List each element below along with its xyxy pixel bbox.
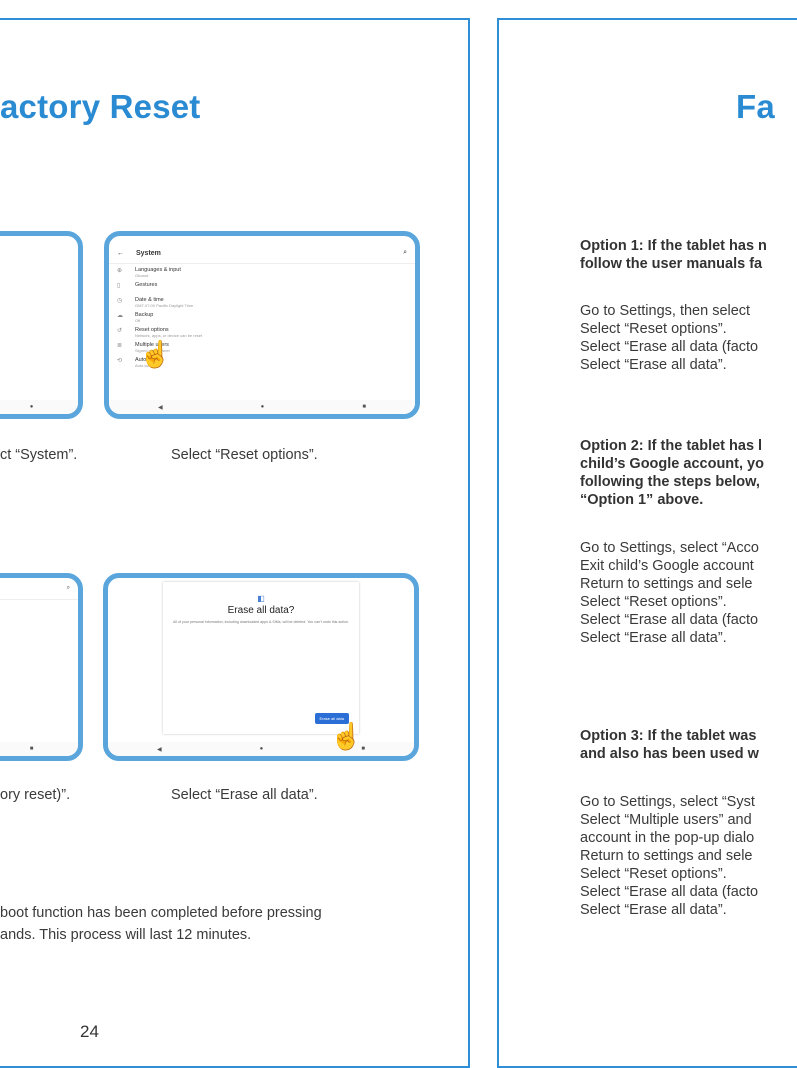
nav-bar: ■	[0, 742, 78, 756]
right-page-title: Fa	[736, 88, 775, 125]
recents-nav-icon: ■	[29, 746, 34, 752]
back-arrow-icon: ←	[117, 249, 124, 257]
erase-dialog: ◧ Erase all data? All of your personal i…	[163, 582, 359, 734]
heading-line: Option 1: If the tablet has n	[580, 238, 767, 254]
nav-bar: ◀ ● ■	[109, 400, 415, 414]
step-line: Select “Erase all data (facto	[580, 884, 759, 900]
step-line: Select “Reset options”.	[580, 321, 727, 337]
heading-line: following the steps below,	[580, 474, 760, 490]
settings-row: ◷ Date & time GMT-07:00 Pacific Daylight T…	[109, 294, 415, 309]
globe-icon: ⊕	[117, 268, 123, 274]
step-line: account in the pop-up dialo	[580, 830, 755, 846]
option1-heading: Option 1: If the tablet has n follow the…	[580, 237, 767, 273]
settings-row-sub: Network, apps, or device can be reset	[135, 333, 203, 338]
info-icon: ◧	[257, 594, 265, 603]
step-line: Go to Settings, select “Acco	[580, 540, 759, 556]
pointing-hand-icon: ☝	[139, 339, 172, 369]
heading-line: “Option 1” above.	[580, 492, 704, 508]
tablet-screenshot-reset-options: ⌕ ■	[0, 573, 83, 761]
caption-erase-factory-reset: ory reset)”.	[0, 787, 71, 803]
step-line: Select “Reset options”.	[580, 594, 727, 610]
option3-heading: Option 3: If the tablet was and also has…	[580, 727, 759, 763]
page-number: 24	[80, 1022, 99, 1041]
caption-select-system: ct “System”.	[0, 447, 78, 463]
cloud-icon: ☁	[117, 313, 123, 319]
heading-line: Option 2: If the tablet has l	[580, 438, 763, 454]
search-icon: ⌕	[0, 585, 78, 600]
settings-row-label: Gestures	[135, 282, 158, 288]
settings-row: ⊕ Languages & input Gboard	[109, 264, 415, 279]
note-line: boot function has been completed before …	[0, 905, 322, 921]
step-line: Exit child’s Google account	[580, 558, 754, 574]
option2-heading: Option 2: If the tablet has l child’s Go…	[580, 437, 764, 509]
users-icon: ≣	[117, 343, 123, 349]
heading-line: Option 3: If the tablet was	[580, 728, 757, 744]
settings-row: ▯ Gestures	[109, 279, 415, 294]
step-line: Return to settings and sele	[580, 576, 753, 592]
system-header-title: System	[136, 249, 161, 257]
pointing-hand-icon: ☝	[330, 721, 363, 751]
caption-select-reset-options: Select “Reset options”.	[171, 447, 318, 463]
home-nav-icon: ●	[260, 404, 265, 410]
settings-row: ☁ Backup Off	[109, 309, 415, 324]
step-line: Select “Erase all data (facto	[580, 339, 759, 355]
step-line: Return to settings and sele	[580, 848, 753, 864]
erase-dialog-body: All of your personal information, includ…	[173, 620, 349, 624]
caption-select-erase-all: Select “Erase all data”.	[171, 787, 318, 803]
search-icon: ⌕	[403, 249, 407, 256]
back-nav-icon: ◀	[158, 404, 163, 411]
home-dot-icon: ●	[29, 404, 34, 410]
step-line: Go to Settings, then select	[580, 303, 751, 319]
option2-steps: Go to Settings, select “Acco Exit child’…	[580, 539, 759, 647]
step-line: Select “Reset options”.	[580, 866, 727, 882]
home-nav-icon: ●	[259, 746, 264, 752]
step-line: Go to Settings, select “Syst	[580, 794, 755, 810]
settings-row-sub: Gboard	[135, 273, 149, 278]
settings-row-reset: ↺ Reset options Network, apps, or device c…	[109, 324, 415, 339]
recents-nav-icon: ■	[362, 404, 366, 410]
tablet-screenshot-erase: ◧ Erase all data? All of your personal i…	[103, 573, 419, 761]
step-line: Select “Multiple users” and	[580, 812, 752, 828]
nav-bar: ●	[0, 400, 78, 414]
status-bar	[0, 578, 78, 585]
nav-bar: ◀ ● ■	[108, 742, 414, 756]
back-nav-icon: ◀	[157, 746, 162, 753]
step-line: Select “Erase all data (facto	[580, 612, 759, 628]
heading-line: child’s Google account, yo	[580, 456, 764, 472]
phone-icon: ▯	[117, 283, 121, 289]
heading-line: follow the user manuals fa	[580, 256, 763, 272]
settings-row-sub: GMT-07:00 Pacific Daylight Time	[135, 303, 194, 308]
tablet-screenshot-system: ← System ⌕ ⊕ Languages & input Gboard ▯ Ges…	[104, 231, 420, 419]
note-line: ands. This process will last 12 minutes.	[0, 927, 252, 943]
rotate-icon: ⟲	[117, 358, 123, 364]
heading-line: and also has been used w	[580, 746, 759, 762]
system-header: ← System ⌕	[109, 243, 415, 264]
status-bar	[0, 236, 78, 243]
step-line: Select “Erase all data”.	[580, 357, 727, 373]
erase-dialog-title: Erase all data?	[227, 605, 295, 616]
history-icon: ↺	[117, 328, 123, 334]
settings-row-sub: Off	[135, 318, 141, 323]
tablet-screenshot-settings: ●	[0, 231, 83, 419]
status-bar	[109, 236, 415, 243]
step-line: Select “Erase all data”.	[580, 902, 727, 918]
clock-icon: ◷	[117, 298, 123, 304]
left-page-title: actory Reset	[0, 88, 201, 125]
step-line: Select “Erase all data”.	[580, 630, 727, 646]
option1-steps: Go to Settings, then select Select “Rese…	[580, 302, 758, 374]
option3-steps: Go to Settings, select “Syst Select “Mul…	[580, 793, 758, 919]
